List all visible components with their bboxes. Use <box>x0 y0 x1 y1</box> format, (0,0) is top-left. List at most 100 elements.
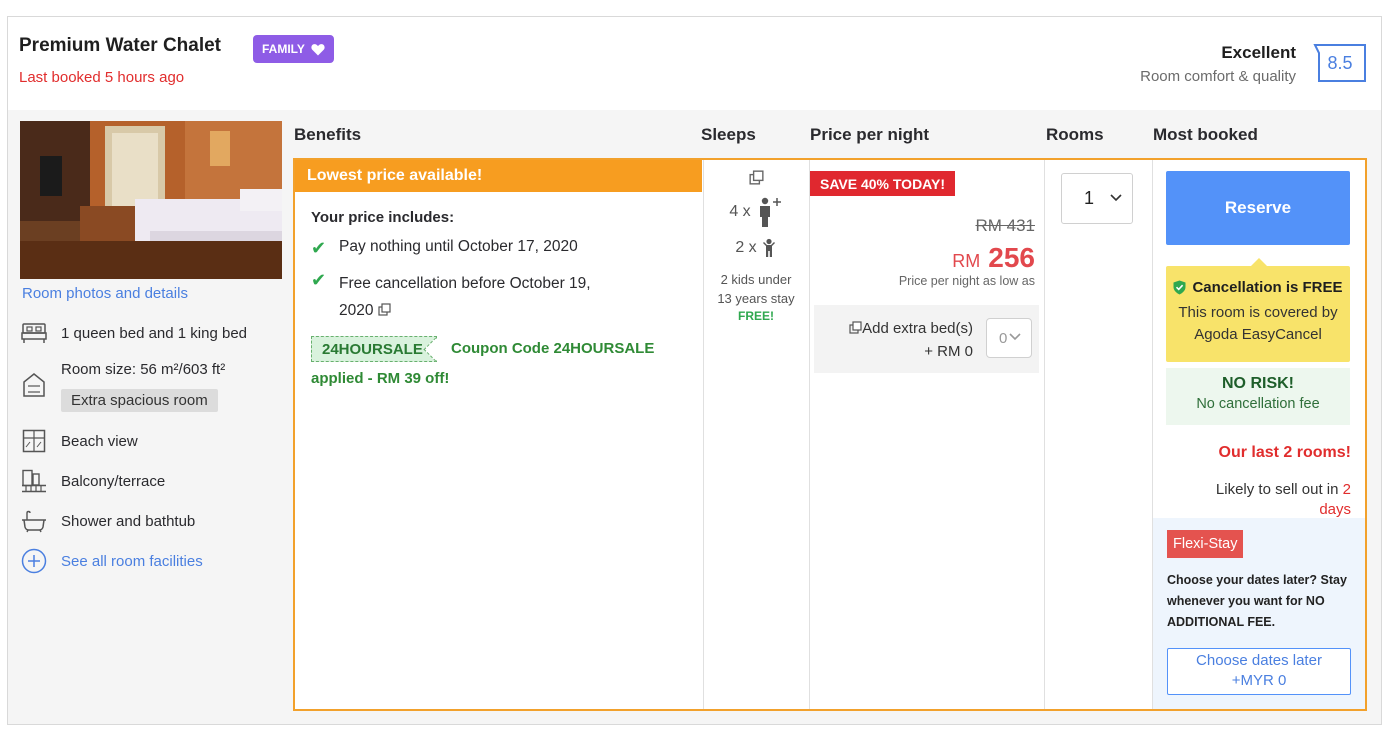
sleeps-adults-count: 4 x <box>729 203 751 220</box>
divider <box>809 160 810 709</box>
cancellation-description: This room is covered by Agoda EasyCancel <box>1166 302 1350 346</box>
extra-bed-value: 0 <box>999 329 1008 347</box>
cancellation-title-text: Cancellation is FREE <box>1192 279 1343 296</box>
facility-bathtub-label: Shower and bathtub <box>61 512 196 530</box>
room-photos-link[interactable]: Room photos and details <box>22 285 188 302</box>
sleeps-children-count: 2 x <box>735 239 757 256</box>
rating-score: 8.5 <box>1327 52 1353 73</box>
cancellation-title: Cancellation is FREE <box>1166 279 1350 296</box>
window-view-icon <box>20 427 48 455</box>
room-card: Premium Water Chalet FAMILY Last booked … <box>7 16 1382 725</box>
extra-bed-panel: Add extra bed(s) + RM 0 0 <box>814 305 1039 373</box>
choose-dates-later-button[interactable]: Choose dates later +MYR 0 <box>1167 648 1351 695</box>
benefit-free-cancel: ✔ Free cancellation before October 19, 2… <box>311 270 591 324</box>
facility-balcony-label: Balcony/terrace <box>61 472 166 490</box>
room-photo[interactable] <box>20 121 282 279</box>
col-rooms: Rooms <box>1046 125 1104 144</box>
see-all-facilities-label: See all room facilities <box>61 552 203 570</box>
discounted-price: RM 256 <box>952 242 1035 274</box>
rooms-select[interactable]: 1 <box>1061 173 1133 224</box>
chevron-down-icon <box>1009 333 1021 341</box>
facility-room-size-label: Room size: 56 m²/603 ft² <box>61 361 226 378</box>
facility-bed: 1 queen bed and 1 king bed <box>20 319 247 347</box>
benefit-free-cancel-label: Free cancellation before October 19, <box>339 275 591 292</box>
col-price: Price per night <box>810 125 930 144</box>
plus-circle-icon <box>20 547 48 575</box>
adult-person-icon <box>759 197 781 227</box>
free-cancellation-box: Cancellation is FREE This room is covere… <box>1166 258 1350 362</box>
sellout-days-number: 2 <box>1342 481 1351 498</box>
save-badge: SAVE 40% TODAY! <box>810 171 956 196</box>
extra-bed-text: Add extra bed(s) <box>862 320 973 337</box>
kids-note-line2: 13 years stay <box>717 291 795 306</box>
see-all-facilities[interactable]: See all room facilities <box>20 547 203 575</box>
col-sleeps: Sleeps <box>701 125 756 144</box>
facility-view-label: Beach view <box>61 432 138 450</box>
balcony-icon <box>20 467 48 495</box>
price-amount: 256 <box>988 242 1035 273</box>
flexi-stay-badge: Flexi-Stay <box>1167 530 1244 558</box>
chevron-down-icon <box>1110 193 1122 201</box>
col-most-booked: Most booked <box>1153 125 1258 144</box>
popup-icon <box>748 170 764 185</box>
sleeps-children: 2 x <box>703 238 809 258</box>
sleeps-adults: 4 x <box>703 196 809 228</box>
coupon-description: Coupon Code 24HOURSALE <box>451 340 655 357</box>
sleeps-popup[interactable] <box>703 170 809 185</box>
coupon-code: 24HOURSALE <box>322 340 423 358</box>
price-note: Price per night as low as <box>898 274 1035 288</box>
rating-subtitle: Room comfort & quality <box>1140 68 1296 85</box>
popup-icon[interactable] <box>378 303 391 316</box>
facility-balcony: Balcony/terrace <box>20 467 165 495</box>
extra-bed-select[interactable]: 0 <box>986 318 1032 358</box>
kids-free-label: FREE! <box>738 309 774 323</box>
check-icon: ✔ <box>311 270 327 290</box>
original-price: RM 431 <box>975 216 1035 235</box>
bed-icon <box>20 319 48 347</box>
rooms-selected-value: 1 <box>1084 188 1095 208</box>
choose-dates-later-label: Choose dates later <box>1196 652 1322 669</box>
choose-dates-later-price: +MYR 0 <box>1231 672 1287 689</box>
check-icon: ✔ <box>311 238 327 258</box>
sellout-days-unit: days <box>1319 501 1351 518</box>
price-currency: RM <box>952 251 981 271</box>
no-risk-box: NO RISK! No cancellation fee <box>1166 368 1350 425</box>
rating-score-box: 8.5 <box>1313 43 1367 83</box>
benefit-pay-later-label: Pay nothing until October 17, 2020 <box>339 238 578 255</box>
facility-bathtub: Shower and bathtub <box>20 507 195 535</box>
no-risk-subtitle: No cancellation fee <box>1196 396 1320 412</box>
coupon-description-2: applied - RM 39 off! <box>311 370 450 387</box>
flexi-stay-panel: Flexi-Stay Choose your dates later? Stay… <box>1153 518 1365 709</box>
no-risk-title: NO RISK! <box>1222 375 1294 392</box>
cancellation-desc-line2: Agoda EasyCancel <box>1194 326 1322 343</box>
col-benefits: Benefits <box>294 125 362 144</box>
popup-icon[interactable] <box>849 321 862 334</box>
extra-bed-label: Add extra bed(s) + RM 0 <box>849 317 973 363</box>
room-title: Premium Water Chalet <box>19 35 222 56</box>
benefit-pay-later: ✔ Pay nothing until October 17, 2020 <box>311 238 578 259</box>
family-badge-label: FAMILY <box>262 42 305 56</box>
room-size-icon <box>20 371 48 399</box>
extra-spacious-tag: Extra spacious room <box>61 389 218 412</box>
family-badge: FAMILY <box>253 35 334 63</box>
last-booked: Last booked 5 hours ago <box>19 69 185 86</box>
offer-box: Lowest price available! Your price inclu… <box>293 158 1367 711</box>
sellout-notice: Likely to sell out in 2 days <box>1151 480 1351 520</box>
extra-bed-price: + RM 0 <box>924 343 973 360</box>
kids-note-line1: 2 kids under <box>720 272 792 287</box>
bathtub-icon <box>20 507 48 535</box>
lowest-price-banner: Lowest price available! <box>295 160 702 192</box>
room-photo-image <box>20 121 282 279</box>
cancellation-desc-line1: This room is covered by <box>1178 304 1338 321</box>
reserve-button[interactable]: Reserve <box>1166 171 1350 245</box>
rating-word: Excellent <box>1221 43 1296 62</box>
facility-view: Beach view <box>20 427 138 455</box>
last-rooms-alert: Our last 2 rooms! <box>1218 444 1351 461</box>
facility-bed-label: 1 queen bed and 1 king bed <box>61 324 247 342</box>
coupon-code-tag: 24HOURSALE <box>311 336 437 362</box>
shield-check-icon <box>1173 280 1186 295</box>
child-person-icon <box>762 238 775 257</box>
sellout-text: Likely to sell out in <box>1215 481 1339 498</box>
kids-note: 2 kids under 13 years stay <box>703 270 809 308</box>
benefit-free-cancel-label-2: 2020 <box>339 302 374 319</box>
